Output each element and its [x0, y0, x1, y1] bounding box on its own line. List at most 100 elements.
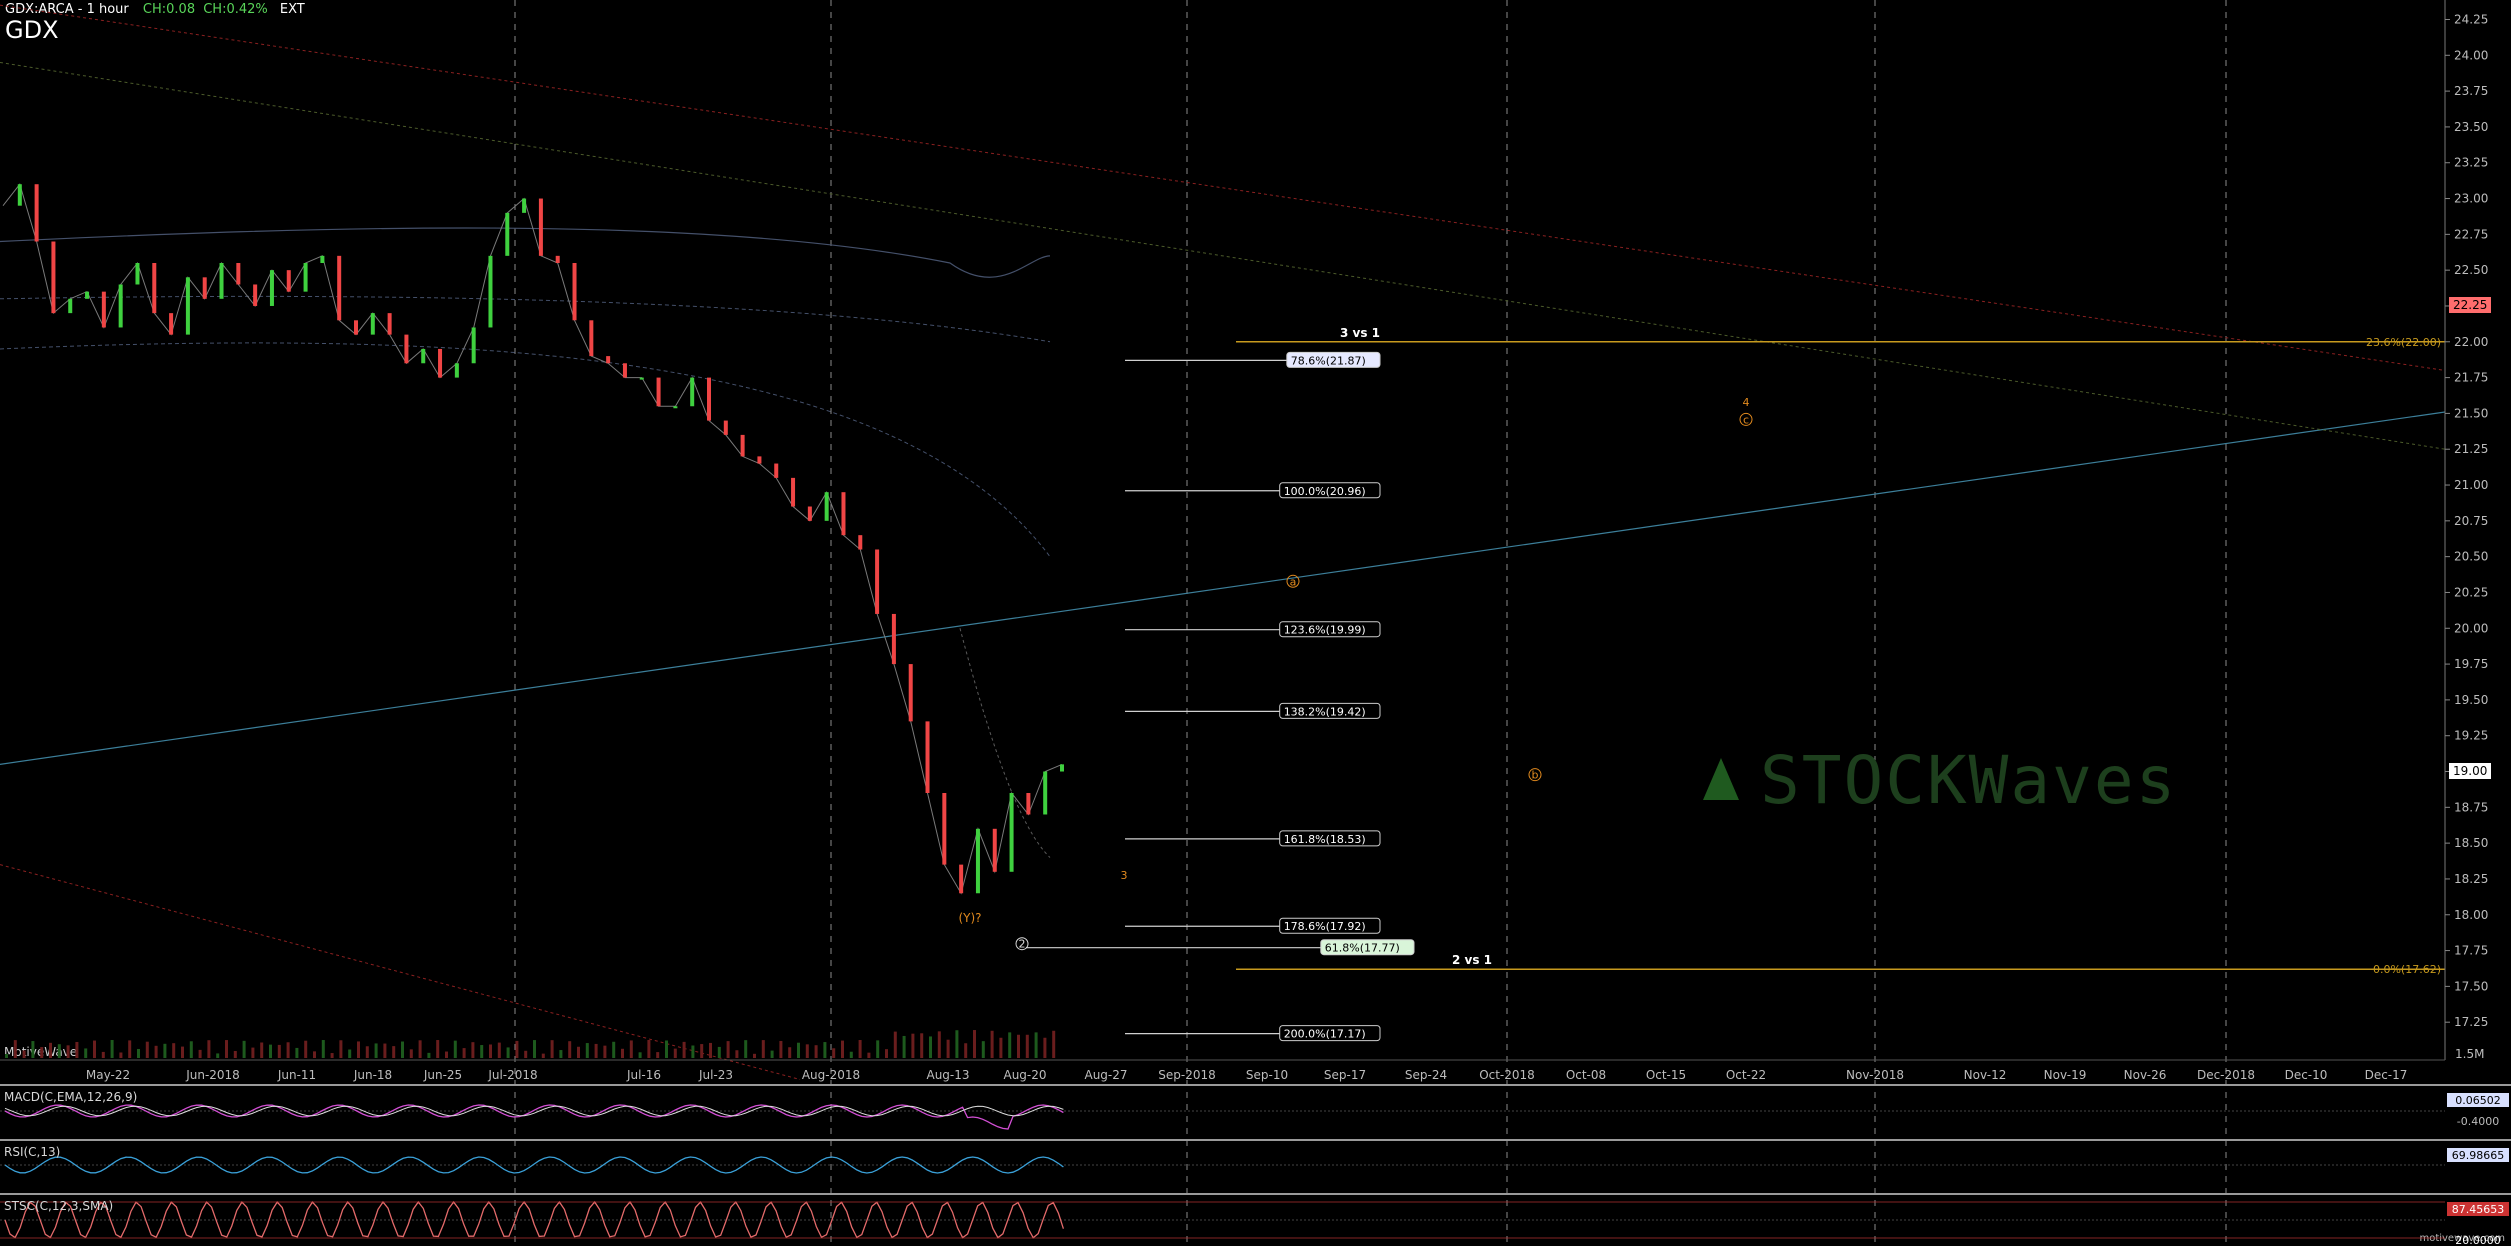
price-candle-34: [572, 263, 577, 321]
price-chart[interactable]: STOCKWaves 23.6%(22.00) 3 vs 1 0.0%(17.62)…: [0, 0, 2511, 1246]
price-candle-45: [757, 456, 762, 464]
price-candle-48: [807, 506, 812, 521]
volume-bar-53: [471, 1042, 475, 1058]
y-tick-label-25: 18.00: [2454, 908, 2488, 922]
fib-label-0: 78.6%(21.87): [1291, 354, 1366, 367]
volume-bar-26: [233, 1050, 237, 1058]
volume-bar-14: [128, 1040, 132, 1058]
volume-bar-113: [999, 1037, 1003, 1058]
trend-line-olive: [0, 61, 2446, 450]
volume-bar-12: [110, 1040, 114, 1058]
gold-level-note-1: 2 vs 1: [1452, 953, 1492, 967]
volume-bar-11: [101, 1051, 105, 1058]
volume-bar-107: [946, 1039, 950, 1058]
x-tick-label-6: Jul-16: [626, 1068, 661, 1082]
volume-bar-119: [1052, 1030, 1056, 1058]
volume-bar-46: [409, 1049, 413, 1058]
price-candle-14: [236, 263, 241, 285]
price-candle-27: [454, 363, 459, 378]
x-tick-label-22: Nov-19: [2044, 1068, 2087, 1082]
y-tick-label-7: 22.50: [2454, 263, 2488, 277]
volume-bar-81: [717, 1046, 721, 1058]
volume-bar-34: [304, 1040, 308, 1058]
fib-label-1: 100.0%(20.96): [1284, 485, 1366, 498]
price-candle-54: [908, 664, 913, 722]
volume-bar-33: [295, 1047, 299, 1058]
price-candle-29: [488, 255, 493, 328]
y-tick-label-16: 20.25: [2454, 585, 2488, 599]
volume-bar-84: [744, 1040, 748, 1058]
x-tick-label-11: Aug-27: [1084, 1068, 1127, 1082]
y-tick-label-6: 22.75: [2454, 227, 2488, 241]
x-tick-label-20: Nov-2018: [1846, 1068, 1904, 1082]
x-tick-label-5: Jul-2018: [487, 1068, 537, 1082]
x-tick-label-7: Jul-23: [698, 1068, 733, 1082]
ma-line-2: [0, 295, 1051, 343]
gold-level-note-0: 3 vs 1: [1340, 326, 1380, 340]
volume-bar-74: [656, 1052, 660, 1058]
x-tick-label-15: Sep-24: [1405, 1068, 1447, 1082]
price-candle-15: [253, 284, 258, 306]
price-candle-22: [370, 313, 375, 335]
wave-label-5: 4: [1743, 396, 1750, 409]
volume-bar-16: [145, 1041, 149, 1058]
volume-bar-110: [973, 1030, 976, 1058]
volume-bar-66: [585, 1043, 589, 1058]
price-candle-32: [538, 198, 543, 256]
price-candle-60: [1009, 793, 1014, 872]
volume-bar-97: [858, 1040, 862, 1058]
y-tick-label-12: 21.25: [2454, 442, 2488, 456]
volume-bar-73: [647, 1040, 651, 1058]
wave-label-2: 3: [1121, 869, 1128, 882]
ma-line-3: [0, 342, 1051, 557]
volume-bar-90: [797, 1042, 800, 1058]
price-candle-5: [85, 291, 90, 299]
y-tick-label-5: 23.00: [2454, 192, 2488, 206]
volume-bar-89: [788, 1047, 792, 1058]
volume-bar-27: [242, 1040, 246, 1058]
volume-bar-75: [665, 1040, 668, 1058]
volume-bar-48: [427, 1052, 431, 1058]
volume-bar-106: [937, 1031, 941, 1058]
volume-bar-55: [489, 1044, 492, 1058]
volume-bar-20: [181, 1046, 184, 1058]
volume-bar-94: [832, 1048, 836, 1058]
volume-bar-15: [137, 1048, 140, 1058]
indicator-name-rsi: RSI(C,13): [4, 1145, 60, 1159]
volume-bar-57: [506, 1047, 510, 1058]
price-candle-46: [774, 463, 779, 478]
price-candle-43: [723, 420, 728, 435]
price-candle-57: [959, 864, 964, 894]
x-tick-label-26: Dec-17: [2365, 1068, 2408, 1082]
y-tick-label-9: 22.00: [2454, 335, 2488, 349]
volume-bar-102: [902, 1035, 906, 1058]
price-candle-56: [942, 793, 947, 865]
y-tick-label-3: 23.50: [2454, 120, 2488, 134]
volume-bar-1: [13, 1040, 17, 1058]
price-candle-11: [185, 277, 190, 335]
volume-bar-95: [841, 1040, 844, 1058]
x-tick-label-12: Sep-2018: [1158, 1068, 1216, 1082]
y-tick-label-10: 21.75: [2454, 371, 2488, 385]
x-tick-label-18: Oct-15: [1646, 1068, 1686, 1082]
x-tick-label-0: May-22: [86, 1068, 130, 1082]
indicator-name-macd: MACD(C,EMA,12,26,9): [4, 1090, 137, 1104]
gold-level-label-0: 23.6%(22.00): [2366, 336, 2441, 349]
price-candle-23: [387, 313, 392, 335]
volume-bar-103: [911, 1033, 915, 1058]
trend-line-red-lower: [0, 864, 801, 1080]
indicator-line-macd: [4, 1104, 1064, 1130]
volume-bar-100: [885, 1049, 888, 1058]
indicator-value-stoch: 87.45653: [2452, 1203, 2505, 1216]
volume-bar-17: [154, 1045, 158, 1058]
volume-bar-31: [277, 1044, 281, 1058]
volume-bar-45: [401, 1041, 404, 1058]
volume-bar-117: [1034, 1032, 1038, 1058]
volume-bar-22: [198, 1049, 202, 1058]
volume-scale-label: 1.5M: [2455, 1047, 2484, 1061]
volume-bar-83: [735, 1050, 739, 1058]
volume-bar-35: [313, 1051, 316, 1058]
volume-bar-63: [559, 1050, 563, 1058]
volume-bar-64: [568, 1041, 572, 1058]
price-candle-59: [992, 828, 997, 872]
